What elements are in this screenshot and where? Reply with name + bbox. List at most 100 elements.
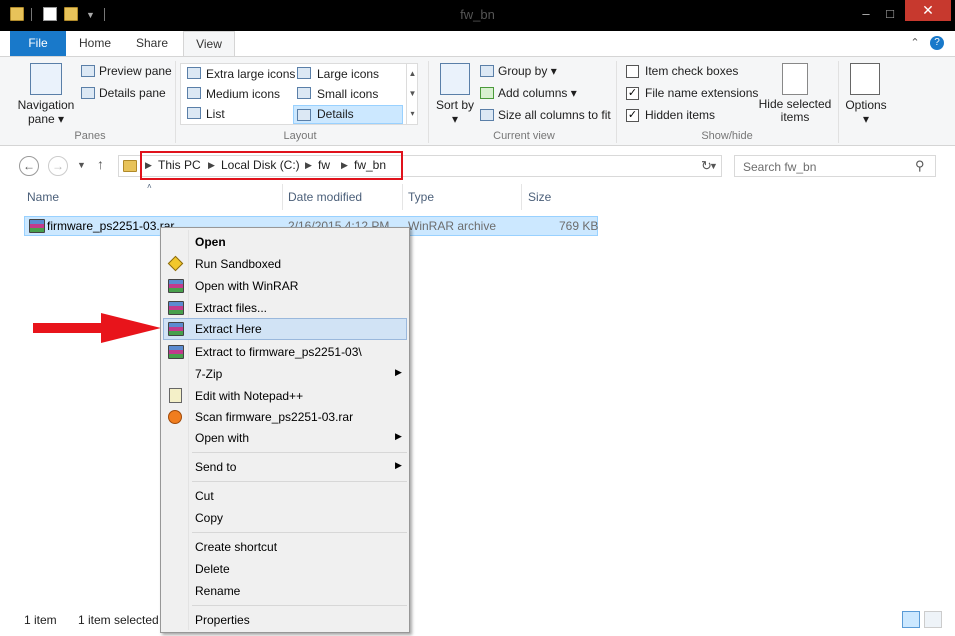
- medium-icons-icon: [187, 87, 201, 99]
- menu-item-scan[interactable]: Scan firmware_ps2251-03.rar: [163, 406, 407, 428]
- refresh-icon[interactable]: ↻: [701, 158, 712, 174]
- menu-item-label: Cut: [195, 489, 214, 503]
- menu-item-send-to[interactable]: Send to ▶: [163, 456, 407, 478]
- layout-details-selected[interactable]: Details: [293, 105, 403, 124]
- menu-item-rename[interactable]: Rename: [163, 580, 407, 602]
- file-name-extensions-checkbox[interactable]: ✓: [626, 87, 639, 100]
- details-icon: [297, 109, 311, 121]
- menu-item-properties[interactable]: Properties: [163, 609, 407, 631]
- column-divider[interactable]: [402, 184, 403, 210]
- menu-separator: [192, 532, 407, 533]
- up-arrow-icon[interactable]: ↑: [97, 156, 104, 172]
- winrar-icon: [168, 345, 184, 359]
- preview-pane-icon: [81, 65, 95, 77]
- group-by-button[interactable]: Group by ▾: [498, 64, 557, 78]
- preview-pane-button[interactable]: Preview pane: [99, 64, 172, 78]
- expand-ribbon-icon[interactable]: ⌃: [908, 36, 922, 50]
- menu-item-extract-files[interactable]: Extract files...: [163, 297, 407, 319]
- menu-item-copy[interactable]: Copy: [163, 507, 407, 529]
- breadcrumb-separator-icon: ▶: [341, 160, 348, 170]
- menu-separator: [192, 605, 407, 606]
- menu-item-label: Edit with Notepad++: [195, 389, 304, 403]
- menu-item-cut[interactable]: Cut: [163, 485, 407, 507]
- recent-locations-chevron-icon[interactable]: ▼: [77, 160, 86, 170]
- group-by-icon: [480, 65, 494, 77]
- status-selected-count: 1 item selected: [78, 613, 159, 627]
- ribbon-tabs: File Home Share View ⌃ ?: [0, 31, 955, 57]
- file-type: WinRAR archive: [408, 219, 497, 233]
- layout-scroll[interactable]: ▲ ▼ ▾: [406, 64, 418, 124]
- menu-item-7-zip[interactable]: 7-Zip ▶: [163, 363, 407, 385]
- menu-item-label: 7-Zip: [195, 367, 223, 381]
- tab-home[interactable]: Home: [72, 31, 118, 56]
- menu-item-label: Properties: [195, 613, 250, 627]
- tab-view[interactable]: View: [183, 31, 235, 57]
- item-check-boxes-checkbox[interactable]: [626, 65, 639, 78]
- column-header-date-modified[interactable]: Date modified: [288, 190, 362, 204]
- column-header-name[interactable]: Name: [27, 190, 59, 204]
- menu-item-label: Copy: [195, 511, 224, 525]
- add-columns-icon: [480, 87, 494, 99]
- item-check-boxes-label: Item check boxes: [645, 64, 739, 78]
- file-list: ˄ Name Date modified Type Size firmware_…: [0, 182, 955, 604]
- large-icons-view-toggle-icon[interactable]: [924, 611, 942, 628]
- status-bar: 1 item 1 item selected: [0, 604, 955, 636]
- details-view-toggle-icon[interactable]: [902, 611, 920, 628]
- options-button[interactable]: Options ▾: [842, 98, 890, 126]
- tab-file[interactable]: File: [10, 31, 66, 56]
- menu-item-open[interactable]: Open: [163, 231, 407, 253]
- details-pane-button[interactable]: Details pane: [99, 86, 166, 100]
- size-all-columns-button[interactable]: Size all columns to fit: [498, 108, 611, 122]
- hide-selected-icon: [782, 63, 808, 95]
- layout-large-icons[interactable]: Large icons: [317, 66, 379, 85]
- breadcrumb-this-pc[interactable]: This PC: [158, 158, 201, 172]
- menu-item-extract-to[interactable]: Extract to firmware_ps2251-03\: [163, 341, 407, 363]
- menu-item-delete[interactable]: Delete: [163, 558, 407, 580]
- menu-item-open-with[interactable]: Open with ▶: [163, 427, 407, 449]
- column-header-size[interactable]: Size: [528, 190, 551, 204]
- window-title: fw_bn: [460, 7, 495, 22]
- breadcrumb-local-disk[interactable]: Local Disk (C:): [221, 158, 300, 172]
- layout-list[interactable]: List: [206, 106, 225, 125]
- layout-small-icons[interactable]: Small icons: [317, 86, 378, 105]
- menu-item-label: Rename: [195, 584, 241, 598]
- current-view-group-label: Current view: [493, 130, 555, 142]
- back-button[interactable]: ←: [19, 156, 39, 176]
- add-columns-button[interactable]: Add columns ▾: [498, 86, 577, 100]
- column-divider[interactable]: [521, 184, 522, 210]
- help-icon[interactable]: ?: [930, 36, 944, 50]
- forward-button[interactable]: →: [48, 156, 68, 176]
- navigation-pane-label: Navigation pane: [17, 98, 75, 126]
- minimize-button[interactable]: –: [856, 6, 876, 22]
- menu-item-label: Delete: [195, 562, 230, 576]
- breadcrumb-fw-bn[interactable]: fw_bn: [354, 158, 386, 172]
- menu-item-label: Extract to firmware_ps2251-03\: [195, 345, 362, 359]
- file-name: firmware_ps2251-03.rar: [47, 219, 175, 233]
- tab-share[interactable]: Share: [128, 31, 176, 56]
- maximize-button[interactable]: □: [880, 6, 900, 22]
- column-header-type[interactable]: Type: [408, 190, 434, 204]
- navigation-pane-button[interactable]: Navigation pane ▾: [14, 98, 78, 126]
- menu-item-create-shortcut[interactable]: Create shortcut: [163, 536, 407, 558]
- menu-item-extract-here[interactable]: Extract Here: [163, 318, 407, 340]
- layout-group-label: Layout: [283, 130, 317, 142]
- search-input[interactable]: Search fw_bn ⚲: [734, 155, 936, 177]
- breadcrumb-separator-icon: ▶: [208, 160, 215, 170]
- menu-item-edit-with-notepad[interactable]: Edit with Notepad++: [163, 385, 407, 407]
- layout-extra-large-icons[interactable]: Extra large icons: [206, 66, 295, 85]
- layout-medium-icons[interactable]: Medium icons: [206, 86, 280, 105]
- search-icon[interactable]: ⚲: [915, 158, 925, 174]
- menu-item-open-with-winrar[interactable]: Open with WinRAR: [163, 275, 407, 297]
- breadcrumb-fw[interactable]: fw: [318, 158, 330, 172]
- add-columns-label: Add columns: [498, 86, 568, 100]
- separator: [175, 61, 176, 143]
- red-arrow-annotation: [33, 313, 161, 343]
- notepad-icon: [169, 388, 182, 403]
- hidden-items-checkbox[interactable]: ✓: [626, 109, 639, 122]
- menu-item-run-sandboxed[interactable]: Run Sandboxed: [163, 253, 407, 275]
- hide-selected-items-button[interactable]: Hide selected items: [756, 98, 834, 124]
- column-divider[interactable]: [282, 184, 283, 210]
- close-button[interactable]: ✕: [905, 0, 951, 21]
- sort-by-button[interactable]: Sort by ▾: [436, 98, 474, 126]
- menu-item-label: Open with WinRAR: [195, 279, 299, 293]
